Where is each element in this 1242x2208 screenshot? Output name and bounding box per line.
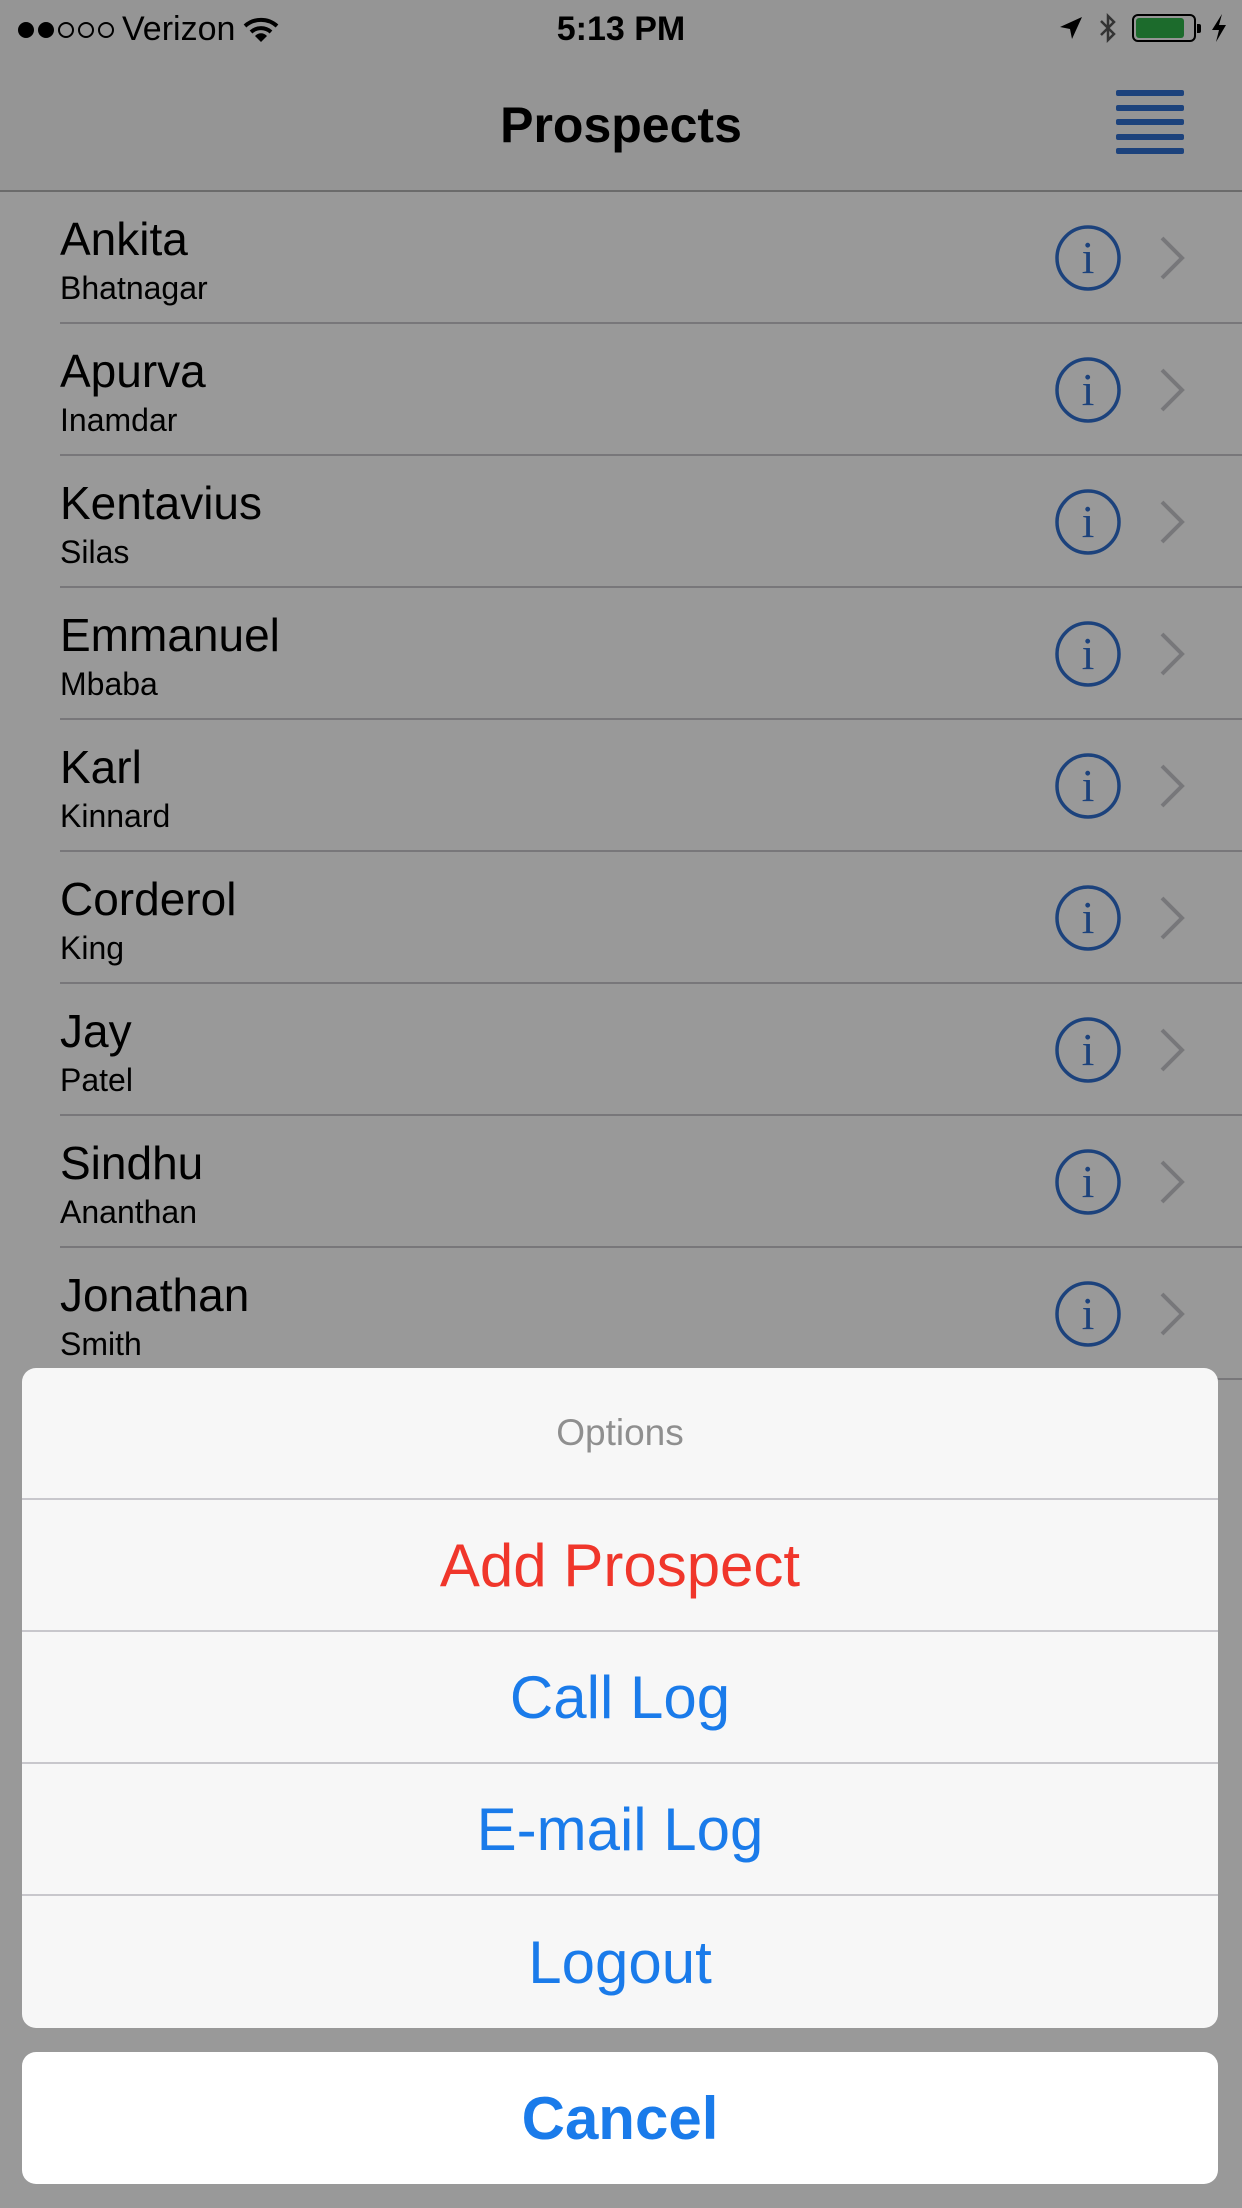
add-prospect-button[interactable]: Add Prospect	[22, 1500, 1218, 1632]
email-log-button[interactable]: E-mail Log	[22, 1764, 1218, 1896]
call-log-button[interactable]: Call Log	[22, 1632, 1218, 1764]
logout-button[interactable]: Logout	[22, 1896, 1218, 2028]
cancel-button[interactable]: Cancel	[22, 2052, 1218, 2184]
action-sheet-title: Options	[22, 1368, 1218, 1500]
options-action-sheet: Options Add Prospect Call Log E-mail Log…	[22, 1368, 1218, 2028]
prospects-screen: Verizon 5:13 PM Prospects Ankita Bhatnag…	[0, 0, 1242, 2208]
